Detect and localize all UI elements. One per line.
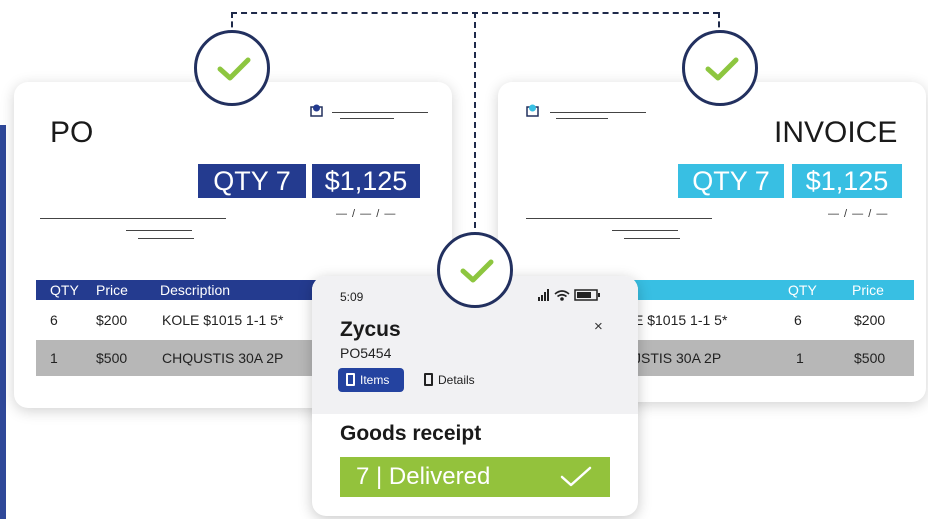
header-line [332,112,428,113]
tab-details[interactable]: Details [416,368,486,392]
signal-icon [538,289,549,301]
status-time: 5:09 [340,290,364,304]
mobile-app-card: 5:09 Zycus PO5454 × Items Details Goods … [312,276,638,516]
cell-qty: 1 [796,350,804,366]
cell-price: $200 [96,312,128,328]
cell-price: $500 [96,350,128,366]
cell-description: KOLE $1015 1-1 5* [162,312,284,328]
column-header-price: Price [96,282,128,298]
cell-description: JSTIS 30A 2P [634,350,722,366]
cell-description: E $1015 1-1 5* [634,312,728,328]
battery-icon [574,289,600,301]
delivered-status-bar[interactable]: 7 | Delivered [340,457,610,497]
column-header-description: Description [160,282,231,298]
left-accent-stripe [0,125,6,519]
cell-qty: 1 [50,350,58,366]
tab-items[interactable]: Items [338,368,404,392]
section-title: Goods receipt [340,422,482,445]
close-icon[interactable]: × [594,318,603,335]
column-header-price: Price [852,282,884,298]
wifi-icon [554,290,570,301]
tab-details-label: Details [438,373,475,387]
po-title: PO [50,116,94,149]
check-icon [705,57,739,81]
header-line [550,112,646,113]
cell-qty: 6 [794,312,802,328]
status-icons [538,289,600,301]
address-line [612,230,678,231]
document-icon [310,104,323,117]
delivered-text: 7 | Delivered [356,463,491,490]
invoice-title: INVOICE [774,116,898,149]
cell-qty: 6 [50,312,58,328]
po-qty-box: QTY 7 [198,164,306,198]
connector-center [474,12,476,238]
header-line [556,118,608,119]
cell-price: $500 [854,350,886,366]
app-name: Zycus [340,318,401,341]
address-line [138,238,194,239]
check-icon [560,466,592,487]
invoice-check-badge [682,30,758,106]
po-number: PO5454 [340,345,392,361]
document-icon [526,104,539,117]
column-header-qty: QTY [788,282,817,298]
address-line [126,230,192,231]
check-icon [217,57,251,81]
cell-description: CHQUSTIS 30A 2P [162,350,284,366]
column-header-qty: QTY [50,282,79,298]
address-line [40,218,226,219]
details-icon [424,373,433,386]
invoice-date: — / — / — [828,208,889,220]
items-icon [346,373,355,386]
po-date: — / — / — [336,208,397,220]
po-check-badge [194,30,270,106]
address-line [526,218,712,219]
address-line [624,238,680,239]
check-icon [460,259,494,283]
receipt-check-badge [437,232,513,308]
header-line [340,118,394,119]
invoice-amount-box: $1,125 [792,164,902,198]
tab-items-label: Items [360,373,390,387]
cell-price: $200 [854,312,886,328]
invoice-qty-box: QTY 7 [678,164,784,198]
po-amount-box: $1,125 [312,164,420,198]
